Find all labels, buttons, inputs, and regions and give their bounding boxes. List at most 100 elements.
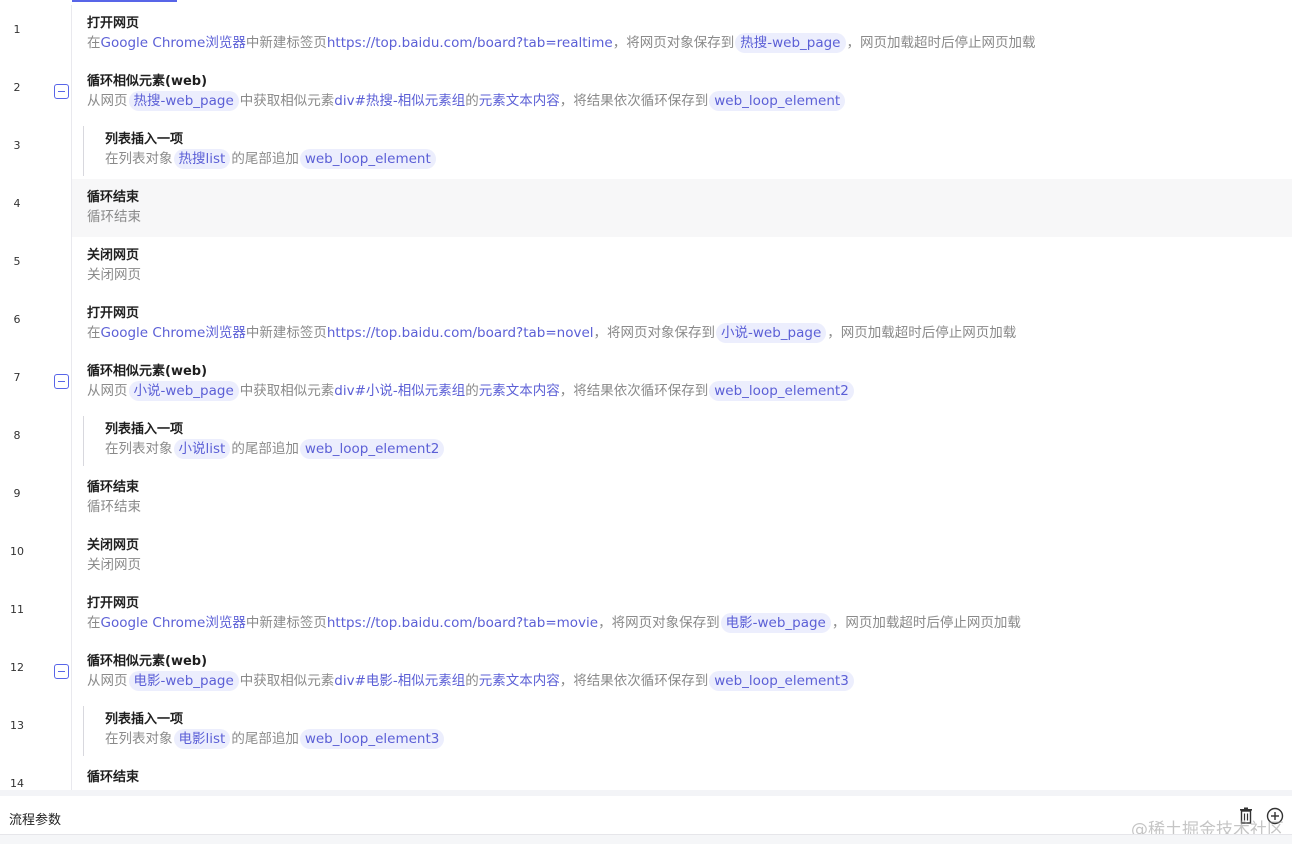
desc-text: ，将结果依次循环保存到: [559, 673, 709, 689]
variable-chip[interactable]: web_loop_element: [299, 149, 436, 169]
variable-chip[interactable]: 电影-web_page: [720, 613, 831, 633]
step-description: 从网页 电影-web_page 中获取相似元素div#电影-相似元素组的元素文本内容…: [87, 670, 855, 692]
step-description: 在列表对象 热搜list 的尾部追加 web_loop_element: [105, 148, 437, 170]
desc-text: 中获取相似元素: [239, 673, 335, 689]
flow-step[interactable]: 14 循环结束: [0, 759, 1292, 790]
gutter-divider: [71, 5, 72, 63]
param-link[interactable]: https://top.baidu.com/board?tab=novel: [327, 325, 594, 341]
flow-steps-list: 1 打开网页 在Google Chrome浏览器中新建标签页https://top.…: [0, 5, 1292, 790]
step-title: 关闭网页: [87, 538, 140, 553]
gutter-divider: [71, 63, 72, 121]
param-link[interactable]: div#小说-相似元素组: [334, 383, 465, 399]
flow-step[interactable]: 6 打开网页 在Google Chrome浏览器中新建标签页https://top.…: [0, 295, 1292, 353]
collapse-minus-icon[interactable]: [54, 84, 69, 99]
param-link[interactable]: Google Chrome浏览器: [101, 615, 246, 631]
variable-chip[interactable]: web_loop_element3: [299, 729, 445, 749]
desc-text: 循环结束: [87, 209, 141, 225]
line-number: 9: [13, 487, 21, 500]
flow-step[interactable]: 3 列表插入一项 在列表对象 热搜list 的尾部追加 web_loop_element: [0, 121, 1292, 179]
line-number: 13: [10, 719, 24, 732]
desc-text: 中新建标签页: [245, 615, 327, 631]
flow-step[interactable]: 12 循环相似元素(web) 从网页 电影-web_page 中获取相似元素div#电影…: [0, 643, 1292, 701]
param-link[interactable]: 元素文本内容: [479, 383, 560, 399]
flow-step[interactable]: 4 循环结束 循环结束: [0, 179, 1292, 237]
flow-step[interactable]: 2 循环相似元素(web) 从网页 热搜-web_page 中获取相似元素div#热搜-…: [0, 63, 1292, 121]
line-number: 2: [13, 81, 21, 94]
flow-step[interactable]: 10 关闭网页 关闭网页: [0, 527, 1292, 585]
line-number: 4: [13, 197, 21, 210]
desc-text: 关闭网页: [87, 557, 141, 573]
variable-chip[interactable]: 电影-web_page: [128, 671, 239, 691]
line-number: 5: [13, 255, 21, 268]
desc-text: 中新建标签页: [245, 325, 327, 341]
desc-text: ，网页加载超时后停止网页加载: [831, 615, 1021, 631]
panel-divider[interactable]: [0, 790, 1292, 796]
param-link[interactable]: 元素文本内容: [479, 673, 560, 689]
desc-text: 在: [87, 35, 101, 51]
step-title: 打开网页: [87, 16, 140, 31]
variable-chip[interactable]: 小说-web_page: [128, 381, 239, 401]
variable-chip[interactable]: web_loop_element2: [299, 439, 445, 459]
desc-text: ，将结果依次循环保存到: [559, 383, 709, 399]
desc-text: ，网页加载超时后停止网页加载: [827, 325, 1017, 341]
variable-chip[interactable]: web_loop_element2: [709, 381, 854, 401]
variable-chip[interactable]: 热搜-web_page: [128, 91, 239, 111]
gutter-divider: [71, 411, 72, 469]
flow-step[interactable]: 9 循环结束 循环结束: [0, 469, 1292, 527]
flow-step[interactable]: 11 打开网页 在Google Chrome浏览器中新建标签页https://top…: [0, 585, 1292, 643]
step-description: 在Google Chrome浏览器中新建标签页https://top.baidu…: [87, 612, 1021, 634]
param-link[interactable]: Google Chrome浏览器: [101, 325, 246, 341]
step-title: 循环结束: [87, 770, 140, 785]
desc-text: 中新建标签页: [245, 35, 327, 51]
desc-text: 的: [465, 383, 479, 399]
line-number: 1: [13, 23, 21, 36]
desc-text: ，将网页对象保存到: [598, 615, 720, 631]
flow-step[interactable]: 13 列表插入一项 在列表对象 电影list 的尾部追加 web_loop_element…: [0, 701, 1292, 759]
step-description: 关闭网页: [87, 264, 141, 286]
desc-text: 从网页: [87, 93, 128, 109]
variable-chip[interactable]: web_loop_element3: [709, 671, 854, 691]
params-panel-title: 流程参数: [9, 813, 62, 828]
line-number: 11: [10, 603, 24, 616]
step-description: 从网页 小说-web_page 中获取相似元素div#小说-相似元素组的元素文本内容…: [87, 380, 855, 402]
gutter-divider: [71, 527, 72, 585]
variable-chip[interactable]: 热搜-web_page: [735, 33, 846, 53]
gutter-divider: [71, 121, 72, 179]
flow-step[interactable]: 5 关闭网页 关闭网页: [0, 237, 1292, 295]
param-link[interactable]: https://top.baidu.com/board?tab=realtime: [327, 35, 613, 51]
param-link[interactable]: https://top.baidu.com/board?tab=movie: [327, 615, 598, 631]
param-link[interactable]: div#热搜-相似元素组: [334, 93, 465, 109]
flow-step[interactable]: 1 打开网页 在Google Chrome浏览器中新建标签页https://top.…: [0, 5, 1292, 63]
variable-chip[interactable]: web_loop_element: [709, 91, 846, 111]
step-title: 循环相似元素(web): [87, 74, 208, 89]
param-link[interactable]: Google Chrome浏览器: [101, 35, 246, 51]
flow-step[interactable]: 7 循环相似元素(web) 从网页 小说-web_page 中获取相似元素div#小说-…: [0, 353, 1292, 411]
loop-indent-line: [83, 706, 84, 756]
app-window: 1 打开网页 在Google Chrome浏览器中新建标签页https://top.…: [0, 0, 1292, 844]
step-description: 从网页 热搜-web_page 中获取相似元素div#热搜-相似元素组的元素文本内容…: [87, 90, 846, 112]
gutter-divider: [71, 353, 72, 411]
step-description: 在Google Chrome浏览器中新建标签页https://top.baidu…: [87, 32, 1036, 54]
gutter-divider: [71, 469, 72, 527]
desc-text: ，将网页对象保存到: [593, 325, 716, 341]
step-title: 循环结束: [87, 480, 140, 495]
gutter-divider: [71, 643, 72, 701]
flow-step[interactable]: 8 列表插入一项 在列表对象 小说list 的尾部追加 web_loop_element2: [0, 411, 1292, 469]
variable-chip[interactable]: 电影list: [173, 729, 231, 749]
collapse-minus-icon[interactable]: [54, 664, 69, 679]
param-link[interactable]: 元素文本内容: [479, 93, 560, 109]
gutter-divider: [71, 237, 72, 295]
variable-chip[interactable]: 小说-web_page: [716, 323, 827, 343]
step-title: 循环相似元素(web): [87, 654, 208, 669]
desc-text: 从网页: [87, 383, 128, 399]
variable-chip[interactable]: 小说list: [173, 439, 231, 459]
desc-text: 在列表对象: [105, 441, 173, 457]
step-title: 关闭网页: [87, 248, 140, 263]
desc-text: 在: [87, 615, 101, 631]
step-description: 循环结束: [87, 206, 141, 228]
param-link[interactable]: div#电影-相似元素组: [334, 673, 465, 689]
desc-text: 在: [87, 325, 101, 341]
collapse-minus-icon[interactable]: [54, 374, 69, 389]
desc-text: 的尾部追加: [231, 151, 299, 167]
variable-chip[interactable]: 热搜list: [173, 149, 231, 169]
